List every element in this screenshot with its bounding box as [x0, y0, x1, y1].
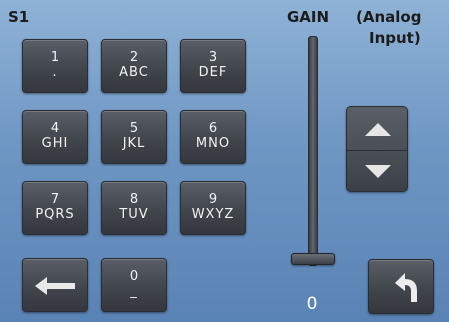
key-number: 0 [129, 269, 139, 284]
key-9[interactable]: 9 WXYZ [180, 181, 246, 235]
key-6[interactable]: 6 MNO [180, 110, 246, 164]
gain-label: GAIN [287, 8, 330, 26]
gain-slider-track[interactable] [308, 36, 318, 266]
key-number: 3 [208, 50, 218, 65]
gain-value: 0 [306, 294, 318, 314]
key-number: 5 [129, 121, 139, 136]
triangle-down-icon [365, 165, 391, 178]
key-8[interactable]: 8 TUV [101, 181, 167, 235]
key-letters: MNO [195, 136, 231, 151]
input-label-line2: Input) [369, 29, 421, 47]
key-3[interactable]: 3 DEF [180, 39, 246, 93]
key-5[interactable]: 5 JKL [101, 110, 167, 164]
key-letters: _ [130, 284, 138, 299]
backspace-button[interactable] [22, 258, 88, 312]
back-button[interactable] [368, 259, 434, 314]
key-4[interactable]: 4 GHI [22, 110, 88, 164]
key-letters: WXYZ [191, 207, 235, 222]
key-letters: JKL [122, 136, 146, 151]
key-number: 4 [50, 121, 60, 136]
key-number: 2 [129, 50, 139, 65]
key-7[interactable]: 7 PQRS [22, 181, 88, 235]
key-letters: PQRS [35, 207, 75, 222]
return-arrow-icon [395, 273, 417, 302]
keypad-screen: S1 GAIN (Analog Input) 1 . 2 ABC 3 DEF 4… [0, 0, 449, 322]
key-number: 7 [50, 192, 60, 207]
key-letters: DEF [198, 65, 228, 80]
key-number: 6 [208, 121, 218, 136]
gain-slider-thumb[interactable] [291, 253, 335, 265]
gain-stepper [346, 106, 408, 192]
gain-down-button[interactable] [347, 150, 407, 191]
key-number: 9 [208, 192, 218, 207]
key-letters: ABC [119, 65, 149, 80]
key-number: 8 [129, 192, 139, 207]
key-number: 1 [50, 50, 60, 65]
key-letters: GHI [41, 136, 69, 151]
key-letters: . [52, 65, 58, 80]
key-0[interactable]: 0 _ [101, 258, 167, 312]
gain-up-button[interactable] [347, 107, 407, 150]
key-2[interactable]: 2 ABC [101, 39, 167, 93]
screen-label: S1 [8, 8, 30, 26]
left-arrow-icon [35, 277, 75, 295]
key-1[interactable]: 1 . [22, 39, 88, 93]
input-label-line1: (Analog [356, 8, 422, 26]
triangle-up-icon [365, 123, 391, 136]
key-letters: TUV [119, 207, 149, 222]
